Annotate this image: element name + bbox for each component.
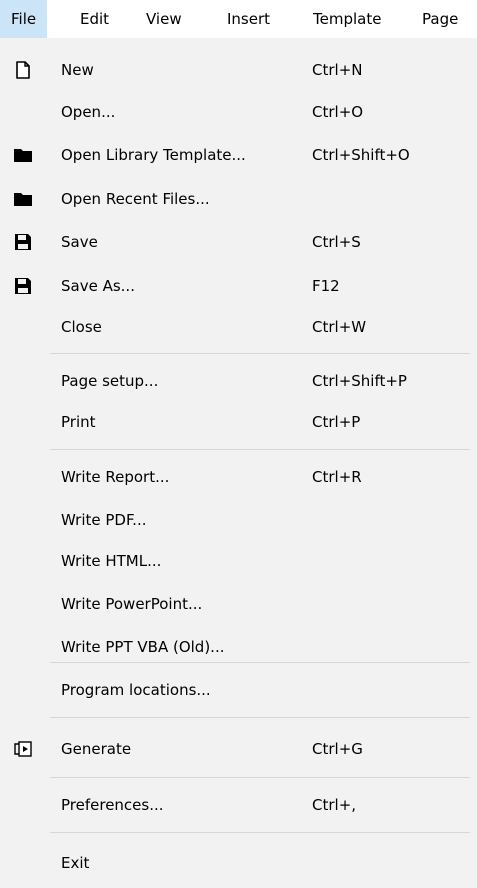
shortcut-text: Ctrl+Shift+P	[312, 372, 407, 390]
menu-item-write-html[interactable]: Write HTML...	[0, 542, 477, 580]
menu-item-write-report[interactable]: Write Report... Ctrl+R	[0, 458, 477, 496]
menu-edit[interactable]: Edit	[69, 0, 120, 38]
menu-item-generate[interactable]: Generate Ctrl+G	[0, 730, 477, 768]
menu-item-open-recent-files[interactable]: Open Recent Files...	[0, 180, 477, 218]
menu-separator	[50, 777, 470, 778]
menu-item-label: Preferences...	[61, 796, 164, 814]
menu-item-label: Write PPT VBA (Old)...	[61, 638, 225, 656]
menu-item-label: Write Report...	[61, 468, 170, 486]
menu-separator	[50, 662, 470, 663]
menu-item-label: Close	[61, 318, 102, 336]
menu-item-label: Open Library Template...	[61, 146, 246, 164]
menu-item-open[interactable]: Open... Ctrl+O	[0, 93, 477, 131]
menu-separator	[50, 832, 470, 833]
menu-item-label: Open...	[61, 103, 116, 121]
shortcut-text: Ctrl+R	[312, 468, 362, 486]
menu-item-program-locations[interactable]: Program locations...	[0, 671, 477, 709]
generate-icon	[13, 740, 33, 758]
menu-item-label: Write HTML...	[61, 552, 162, 570]
menu-item-exit[interactable]: Exit	[0, 844, 477, 882]
menu-item-label: New	[61, 61, 94, 79]
menu-item-preferences[interactable]: Preferences... Ctrl+,	[0, 786, 477, 824]
shortcut-text: Ctrl+O	[312, 103, 364, 121]
menu-separator	[50, 717, 470, 718]
shortcut-text: Ctrl+Shift+O	[312, 146, 410, 164]
shortcut-text: Ctrl+P	[312, 413, 361, 431]
menu-item-label: Generate	[61, 740, 132, 758]
shortcut-text: Ctrl+W	[312, 318, 367, 336]
menu-item-label: Exit	[61, 854, 90, 872]
menu-item-open-library-template[interactable]: Open Library Template... Ctrl+Shift+O	[0, 136, 477, 174]
save-icon	[13, 277, 33, 295]
menu-item-close[interactable]: Close Ctrl+W	[0, 308, 477, 346]
shortcut-text: Ctrl+,	[312, 796, 357, 814]
menu-item-label: Write PowerPoint...	[61, 595, 203, 613]
menu-page[interactable]: Page	[411, 0, 469, 38]
menu-item-write-pdf[interactable]: Write PDF...	[0, 501, 477, 539]
shortcut-text: F12	[312, 277, 340, 295]
menu-item-label: Program locations...	[61, 681, 211, 699]
menu-bar: File Edit View Insert Template Page	[0, 0, 477, 38]
menu-item-write-powerpoint[interactable]: Write PowerPoint...	[0, 585, 477, 623]
menu-item-label: Save	[61, 233, 98, 251]
menu-item-print[interactable]: Print Ctrl+P	[0, 403, 477, 441]
shortcut-text: Ctrl+N	[312, 61, 363, 79]
shortcut-text: Ctrl+G	[312, 740, 363, 758]
folder-icon	[13, 146, 33, 164]
menu-item-write-ppt-vba-old[interactable]: Write PPT VBA (Old)...	[0, 628, 477, 666]
menu-item-save-as[interactable]: Save As... F12	[0, 267, 477, 305]
menu-item-label: Save As...	[61, 277, 135, 295]
menu-template[interactable]: Template	[302, 0, 392, 38]
menu-file[interactable]: File	[0, 0, 48, 38]
save-icon	[13, 233, 33, 251]
menu-separator	[50, 449, 470, 450]
menu-separator	[50, 353, 470, 354]
menu-item-save[interactable]: Save Ctrl+S	[0, 223, 477, 261]
shortcut-text: Ctrl+S	[312, 233, 361, 251]
menu-item-label: Write PDF...	[61, 511, 147, 529]
menu-item-new[interactable]: New Ctrl+N	[0, 51, 477, 89]
menu-item-label: Open Recent Files...	[61, 190, 210, 208]
menu-item-label: Print	[61, 413, 96, 431]
menu-insert[interactable]: Insert	[216, 0, 281, 38]
menu-item-label: Page setup...	[61, 372, 159, 390]
new-document-icon	[13, 61, 33, 79]
folder-icon	[13, 190, 33, 208]
menu-item-page-setup[interactable]: Page setup... Ctrl+Shift+P	[0, 362, 477, 400]
file-menu-dropdown: New Ctrl+N Open... Ctrl+O Open Library T…	[0, 38, 477, 888]
menu-view[interactable]: View	[135, 0, 193, 38]
